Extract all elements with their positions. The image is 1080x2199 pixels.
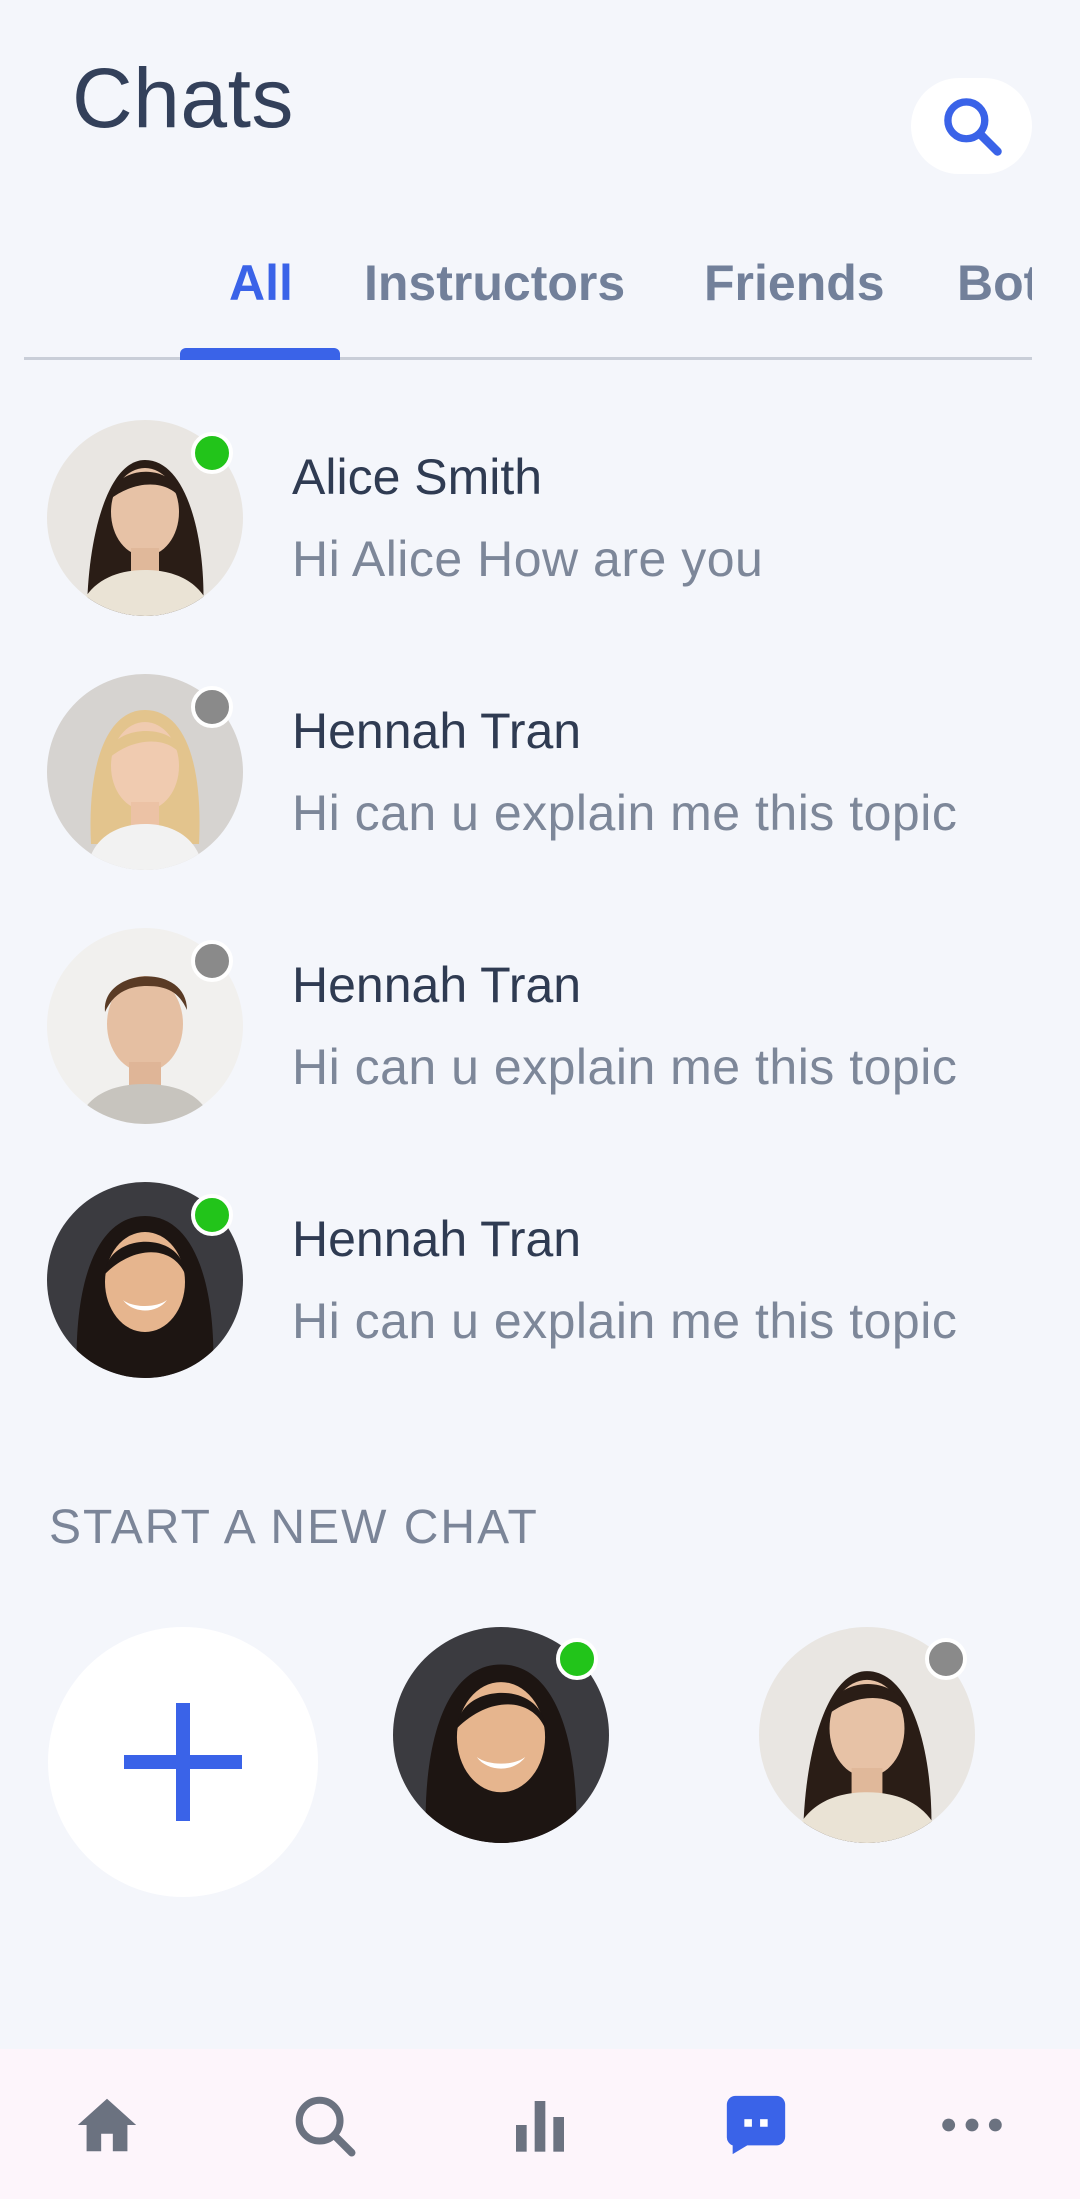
home-icon	[77, 2098, 137, 2152]
search-icon	[943, 98, 1002, 156]
bottom-navigation	[0, 2049, 1080, 2199]
chat-list-item[interactable]: Hennah Tran Hi can u explain me this top…	[0, 928, 1080, 1128]
nav-more[interactable]	[932, 2085, 1012, 2165]
offline-status-dot	[925, 1638, 967, 1680]
chats-screen: Chats All Instructors Friends Bots Alice…	[0, 0, 1080, 2199]
online-status-dot	[191, 1194, 233, 1236]
online-status-dot	[191, 432, 233, 474]
tab-instructors[interactable]: Instructors	[364, 254, 625, 312]
chat-preview: Hi can u explain me this topic	[292, 1039, 958, 1095]
section-label: START A NEW CHAT	[49, 1501, 539, 1554]
bar-chart-icon	[516, 2101, 564, 2152]
nav-search[interactable]	[284, 2085, 364, 2165]
search-button[interactable]	[911, 78, 1032, 174]
offline-status-dot	[191, 940, 233, 982]
offline-status-dot	[191, 686, 233, 728]
chat-preview: Hi Alice How are you	[292, 531, 764, 587]
tab-all[interactable]: All	[229, 254, 293, 312]
new-chat-button[interactable]	[48, 1627, 318, 1897]
search-icon	[295, 2096, 356, 2157]
chat-name: Hennah Tran	[292, 703, 582, 759]
chat-name: Hennah Tran	[292, 1211, 582, 1267]
nav-home[interactable]	[67, 2085, 147, 2165]
chat-list-item[interactable]: Hennah Tran Hi can u explain me this top…	[0, 674, 1080, 874]
chat-name: Hennah Tran	[292, 957, 582, 1013]
plus-icon	[124, 1703, 242, 1821]
page-title: Chats	[72, 51, 294, 145]
tab-friends[interactable]: Friends	[704, 254, 885, 312]
chat-icon	[726, 2095, 786, 2155]
tabs-divider	[24, 357, 1032, 360]
chat-preview: Hi can u explain me this topic	[292, 785, 958, 841]
chat-preview: Hi can u explain me this topic	[292, 1293, 958, 1349]
nav-stats[interactable]	[500, 2085, 580, 2165]
chat-list-item[interactable]: Hennah Tran Hi can u explain me this top…	[0, 1182, 1080, 1382]
active-tab-indicator	[180, 348, 340, 360]
tab-bots[interactable]: Bots	[957, 254, 1032, 312]
chat-list-item[interactable]: Alice Smith Hi Alice How are you	[0, 420, 1080, 620]
more-icon	[942, 2118, 1002, 2132]
chat-name: Alice Smith	[292, 449, 543, 505]
nav-chats[interactable]	[716, 2085, 796, 2165]
online-status-dot	[556, 1638, 598, 1680]
tab-bar: All Instructors Friends Bots	[24, 240, 1032, 360]
